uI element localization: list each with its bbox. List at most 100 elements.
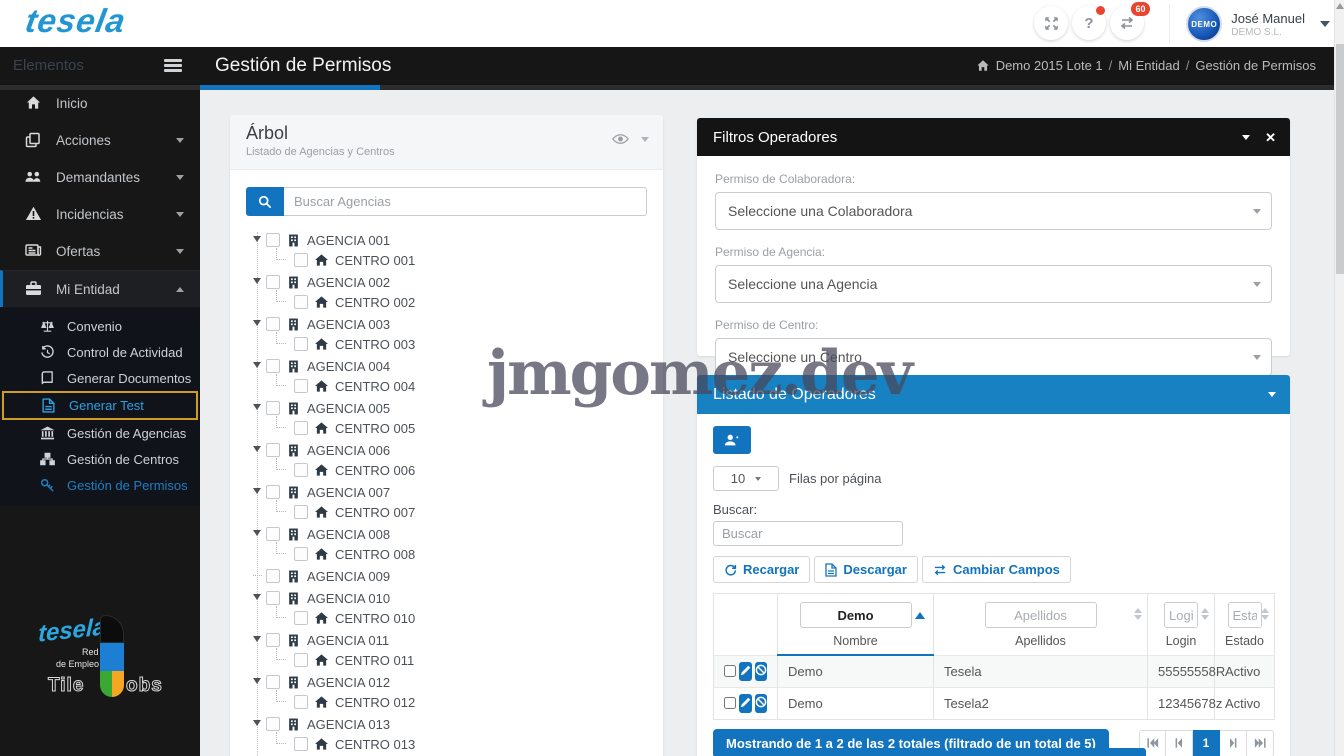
page-number-button[interactable]: 1 — [1193, 730, 1220, 756]
tree-checkbox[interactable] — [266, 233, 280, 247]
column-filter-input[interactable] — [1164, 602, 1198, 628]
tree-checkbox[interactable] — [266, 317, 280, 331]
search-input[interactable] — [284, 187, 647, 216]
submenu-item-generar-documentos[interactable]: Generar Documentos — [0, 365, 200, 391]
tree-agency-row[interactable]: AGENCIA 003 — [254, 314, 663, 334]
tree-expand-icon[interactable] — [253, 530, 261, 536]
column-header-estado[interactable]: Estado — [1215, 594, 1275, 656]
tree-center-row[interactable]: CENTRO 002 — [254, 292, 663, 312]
tree-checkbox[interactable] — [266, 359, 280, 373]
tree-center-row[interactable]: CENTRO 006 — [254, 460, 663, 480]
sort-icon[interactable] — [1201, 608, 1209, 620]
tree-agency-row[interactable]: AGENCIA 009 — [254, 566, 663, 586]
column-header-apellidos[interactable]: Apellidos — [934, 594, 1148, 656]
tree-agency-row[interactable]: AGENCIA 002 — [254, 272, 663, 292]
tree-expand-icon[interactable] — [253, 320, 261, 326]
tree-expand-icon[interactable] — [253, 636, 261, 642]
tree-expand-icon[interactable] — [253, 404, 261, 410]
tree-checkbox[interactable] — [294, 253, 308, 267]
help-icon[interactable]: ? — [1072, 6, 1106, 40]
sort-icon[interactable] — [1261, 608, 1269, 620]
tree-center-row[interactable]: CENTRO 007 — [254, 502, 663, 522]
tree-checkbox[interactable] — [294, 695, 308, 709]
tree-agency-row[interactable]: AGENCIA 007 — [254, 482, 663, 502]
rows-per-page-select[interactable]: 10 — [713, 466, 779, 491]
tree-expand-icon[interactable] — [253, 278, 261, 284]
reload-button[interactable]: Recargar — [713, 556, 810, 583]
tree-checkbox[interactable] — [294, 547, 308, 561]
row-checkbox[interactable] — [724, 665, 736, 677]
search-button[interactable] — [246, 187, 284, 216]
collapse-caret-icon[interactable] — [1268, 392, 1276, 397]
sort-asc-icon[interactable] — [915, 612, 925, 619]
sidebar-item-inicio[interactable]: Inicio — [0, 85, 200, 122]
tree-agency-row[interactable]: AGENCIA 004 — [254, 356, 663, 376]
submenu-item-generar-test[interactable]: Generar Test — [2, 391, 198, 420]
tree-expand-icon[interactable] — [253, 594, 261, 600]
collapse-caret-icon[interactable] — [641, 137, 649, 142]
hamburger-icon[interactable] — [164, 59, 182, 75]
page-scrollbar[interactable] — [1334, 0, 1344, 756]
tree-center-row[interactable]: CENTRO 008 — [254, 544, 663, 564]
close-icon[interactable]: ✕ — [1265, 131, 1276, 144]
tree-center-row[interactable]: CENTRO 003 — [254, 334, 663, 354]
edit-button[interactable] — [739, 662, 752, 681]
last-page-button[interactable] — [1247, 730, 1274, 756]
row-checkbox[interactable] — [724, 697, 736, 709]
sort-icon[interactable] — [1134, 608, 1142, 620]
tree-checkbox[interactable] — [294, 463, 308, 477]
column-header-login[interactable]: Login — [1148, 594, 1215, 656]
scrollbar-thumb[interactable] — [1336, 44, 1344, 274]
tree-checkbox[interactable] — [266, 675, 280, 689]
filter-select-permiso-de-centro[interactable]: Seleccione un Centro — [715, 338, 1272, 376]
tree-checkbox[interactable] — [294, 295, 308, 309]
sidebar-item-mi-entidad[interactable]: Mi Entidad — [0, 270, 200, 307]
tree-checkbox[interactable] — [294, 737, 308, 751]
tree-checkbox[interactable] — [294, 337, 308, 351]
submenu-item-gestion-de-agencias[interactable]: Gestión de Agencias — [0, 420, 200, 446]
tree-checkbox[interactable] — [294, 505, 308, 519]
tree-expand-icon[interactable] — [253, 236, 261, 242]
column-header-nombre[interactable]: Nombre — [778, 594, 934, 656]
tree-center-row[interactable]: CENTRO 005 — [254, 418, 663, 438]
submenu-item-convenio[interactable]: Convenio — [0, 313, 200, 339]
tree-agency-row[interactable]: AGENCIA 013 — [254, 714, 663, 734]
tree-checkbox[interactable] — [266, 275, 280, 289]
sidebar-item-demandantes[interactable]: Demandantes — [0, 159, 200, 196]
tree-agency-row[interactable]: AGENCIA 012 — [254, 672, 663, 692]
scroll-up-icon[interactable] — [1336, 3, 1344, 9]
tree-expand-icon[interactable] — [253, 488, 261, 494]
tree-expand-icon[interactable] — [253, 678, 261, 684]
tree-checkbox[interactable] — [294, 379, 308, 393]
tree-checkbox[interactable] — [266, 401, 280, 415]
tree-checkbox[interactable] — [266, 443, 280, 457]
tree-agency-row[interactable]: AGENCIA 001 — [254, 230, 663, 250]
download-button[interactable]: Descargar — [814, 556, 918, 583]
breadcrumb-item[interactable]: Gestión de Permisos — [1195, 58, 1316, 73]
expand-icon[interactable] — [1034, 6, 1068, 40]
tree-checkbox[interactable] — [266, 591, 280, 605]
sidebar-item-ofertas[interactable]: Ofertas — [0, 233, 200, 270]
tree-checkbox[interactable] — [294, 421, 308, 435]
filter-select-permiso-de-colaboradora[interactable]: Seleccione una Colaboradora — [715, 192, 1272, 230]
change-fields-button[interactable]: Cambiar Campos — [922, 556, 1071, 583]
tree-expand-icon[interactable] — [253, 720, 261, 726]
tree-center-row[interactable]: CENTRO 013 — [254, 734, 663, 754]
exchange-icon[interactable]: 60 — [1110, 6, 1144, 40]
column-filter-input[interactable] — [1228, 602, 1262, 628]
tree-checkbox[interactable] — [294, 653, 308, 667]
tree-center-row[interactable]: CENTRO 010 — [254, 608, 663, 628]
eye-icon[interactable] — [612, 133, 629, 145]
filter-select-permiso-de-agencia[interactable]: Seleccione una Agencia — [715, 265, 1272, 303]
tree-agency-row[interactable]: AGENCIA 010 — [254, 588, 663, 608]
tree-expand-icon[interactable] — [253, 362, 261, 368]
submenu-item-control-de-actividad[interactable]: Control de Actividad — [0, 339, 200, 365]
tree-agency-row[interactable]: AGENCIA 011 — [254, 630, 663, 650]
tree-center-row[interactable]: CENTRO 011 — [254, 650, 663, 670]
tree-checkbox[interactable] — [266, 485, 280, 499]
user-menu[interactable]: DEMO José Manuel DEMO S.L. — [1169, 4, 1330, 44]
tree-expand-icon[interactable] — [253, 446, 261, 452]
collapse-caret-icon[interactable] — [1242, 135, 1250, 140]
submenu-item-gestion-de-centros[interactable]: Gestión de Centros — [0, 446, 200, 472]
breadcrumb-item[interactable]: Mi Entidad — [1118, 58, 1179, 73]
